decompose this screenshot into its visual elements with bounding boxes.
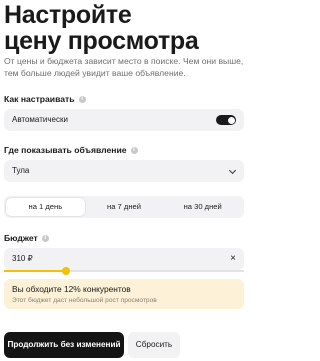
period-option-7-days[interactable]: на 7 дней [85,198,164,216]
notice-headline: Вы обходите 12% конкурентов [12,284,131,294]
configure-label-text: Как настраивать [4,94,75,104]
city-select[interactable]: Тула [4,160,244,182]
notice-detail: Этот бюджет даст небольшой рост просмотр… [12,297,157,304]
city-select-value: Тула [12,166,30,175]
reset-button[interactable]: Сбросить [128,332,180,358]
budget-input-value: 310 ₽ [12,254,33,263]
info-icon[interactable]: i [41,234,49,242]
competition-notice: Вы обходите 12% конкурентов Этот бюджет … [4,279,244,309]
auto-mode-row[interactable]: Автоматически [4,109,244,131]
budget-slider[interactable] [4,267,244,275]
period-option-30-days[interactable]: на 30 дней [163,198,242,216]
continue-button[interactable]: Продолжить без изменений [4,332,124,358]
chevron-down-icon [228,166,237,175]
auto-mode-toggle[interactable] [216,115,236,125]
budget-label-text: Бюджет [4,233,38,243]
placement-label-text: Где показывать объявление [4,145,127,155]
budget-label: Бюджет i [4,233,49,243]
configure-label: Как настраивать i [4,94,86,104]
clear-icon[interactable]: × [230,253,236,265]
info-icon[interactable]: i [78,95,86,103]
placement-label: Где показывать объявление i [4,145,138,155]
period-option-1-day[interactable]: на 1 день [6,198,85,216]
budget-slider-fill [4,270,67,272]
period-segmented-control: на 1 день на 7 дней на 30 дней [4,196,244,218]
page-title-line-1: Настройте [4,1,132,29]
budget-slider-handle[interactable] [62,267,71,275]
page-title-line-2: цену просмотра [4,27,199,55]
page-subtitle: От цены и бюджета зависит место в поиске… [4,56,244,78]
page-title: Настройте цену просмотра [4,2,248,54]
budget-input[interactable]: 310 ₽ × [4,248,244,270]
info-icon[interactable]: i [130,146,138,154]
auto-mode-label: Автоматически [12,115,68,124]
